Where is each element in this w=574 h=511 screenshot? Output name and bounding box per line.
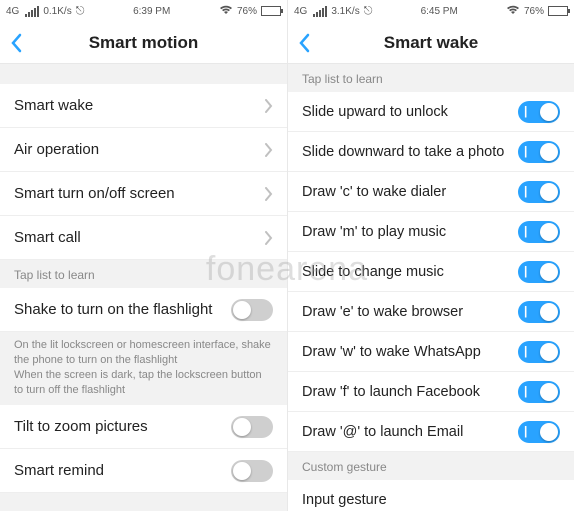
toggle-switch[interactable]: |: [518, 261, 560, 283]
toggle-switch[interactable]: |: [518, 141, 560, 163]
battery-icon: [548, 6, 568, 16]
row-label: Draw 'f' to launch Facebook: [302, 384, 518, 400]
screen-smart-wake: 4G 3.1K/s ⎋ 6:45 PM 76% Smart wake Tap l…: [287, 0, 574, 511]
toggle-row-draw-e-to-wake-browser[interactable]: Draw 'e' to wake browser|: [288, 292, 574, 332]
section-gap: [0, 493, 287, 511]
nav-row-smart-call[interactable]: Smart call: [0, 216, 287, 260]
toggle-row-draw-to-launch-email[interactable]: Draw '@' to launch Email|: [288, 412, 574, 452]
row-label: Smart call: [14, 229, 264, 246]
signal-icon: [313, 6, 327, 17]
back-button[interactable]: [10, 33, 22, 53]
toggle-switch[interactable]: |: [518, 341, 560, 363]
header: Smart motion: [0, 22, 287, 64]
toggle-switch[interactable]: |: [518, 101, 560, 123]
section-header-custom: Custom gesture: [288, 452, 574, 480]
battery-icon: [261, 6, 281, 16]
chevron-right-icon: [264, 143, 273, 157]
data-speed: 0.1K/s: [43, 6, 71, 17]
clock: 6:45 PM: [421, 6, 458, 17]
toggle-switch[interactable]: |: [518, 181, 560, 203]
toggle-switch[interactable]: [231, 299, 273, 321]
row-label: Slide upward to unlock: [302, 104, 518, 120]
chevron-right-icon: [264, 231, 273, 245]
back-button[interactable]: [298, 33, 310, 53]
chevron-right-icon: [264, 99, 273, 113]
section-header-tap-learn: Tap list to learn: [0, 260, 287, 288]
page-title: Smart motion: [89, 33, 199, 53]
toggle-row-draw-f-to-launch-facebook[interactable]: Draw 'f' to launch Facebook|: [288, 372, 574, 412]
usb-icon: ⎋: [76, 5, 85, 18]
toggle-switch[interactable]: |: [518, 421, 560, 443]
status-bar: 4G 3.1K/s ⎋ 6:45 PM 76%: [288, 0, 574, 22]
row-label: Draw 'c' to wake dialer: [302, 184, 518, 200]
header: Smart wake: [288, 22, 574, 64]
row-label: Draw 'm' to play music: [302, 224, 518, 240]
toggle-row-slide-upward-to-unlock[interactable]: Slide upward to unlock|: [288, 92, 574, 132]
input-gesture-row[interactable]: Input gesture: [288, 480, 574, 511]
nav-row-air-operation[interactable]: Air operation: [0, 128, 287, 172]
toggle-switch[interactable]: |: [518, 381, 560, 403]
toggle-row-tilt-to-zoom-pictures[interactable]: Tilt to zoom pictures: [0, 405, 287, 449]
toggle-row-slide-to-change-music[interactable]: Slide to change music|: [288, 252, 574, 292]
toggle-switch[interactable]: [231, 416, 273, 438]
toggle-switch[interactable]: |: [518, 301, 560, 323]
toggle-row-draw-m-to-play-music[interactable]: Draw 'm' to play music|: [288, 212, 574, 252]
network-label: 4G: [294, 6, 307, 17]
battery-percent: 76%: [237, 6, 257, 17]
row-label: Smart wake: [14, 97, 264, 114]
nav-row-smart-wake[interactable]: Smart wake: [0, 84, 287, 128]
usb-icon: ⎋: [364, 5, 373, 18]
row-label: Smart remind: [14, 462, 231, 479]
battery-percent: 76%: [524, 6, 544, 17]
row-label: Draw 'e' to wake browser: [302, 304, 518, 320]
toggle-switch[interactable]: [231, 460, 273, 482]
data-speed: 3.1K/s: [331, 6, 359, 17]
row-label: Shake to turn on the flashlight: [14, 301, 231, 318]
toggle-row-shake-to-turn-on-the-flashlight[interactable]: Shake to turn on the flashlight: [0, 288, 287, 332]
row-label: Draw 'w' to wake WhatsApp: [302, 344, 518, 360]
row-label: Slide to change music: [302, 264, 518, 280]
signal-icon: [25, 6, 39, 17]
row-label: Slide downward to take a photo: [302, 144, 518, 160]
row-label: Draw '@' to launch Email: [302, 424, 518, 440]
wifi-icon: [219, 5, 233, 18]
row-label: Input gesture: [302, 492, 560, 508]
toggle-row-draw-w-to-wake-whatsapp[interactable]: Draw 'w' to wake WhatsApp|: [288, 332, 574, 372]
page-title: Smart wake: [384, 33, 479, 53]
screen-smart-motion: 4G 0.1K/s ⎋ 6:39 PM 76% Smart motion Sma…: [0, 0, 287, 511]
toggle-row-draw-c-to-wake-dialer[interactable]: Draw 'c' to wake dialer|: [288, 172, 574, 212]
toggle-row-slide-downward-to-take-a-photo[interactable]: Slide downward to take a photo|: [288, 132, 574, 172]
toggle-switch[interactable]: |: [518, 221, 560, 243]
clock: 6:39 PM: [133, 6, 170, 17]
chevron-right-icon: [264, 187, 273, 201]
row-label: Tilt to zoom pictures: [14, 418, 231, 435]
section-gap: [0, 64, 287, 84]
section-header-tap-learn: Tap list to learn: [288, 64, 574, 92]
status-bar: 4G 0.1K/s ⎋ 6:39 PM 76%: [0, 0, 287, 22]
row-label: Air operation: [14, 141, 264, 158]
toggle-row-smart-remind[interactable]: Smart remind: [0, 449, 287, 493]
flashlight-desc: On the lit lockscreen or homescreen inte…: [0, 332, 287, 405]
network-label: 4G: [6, 6, 19, 17]
wifi-icon: [506, 5, 520, 18]
row-label: Smart turn on/off screen: [14, 185, 264, 202]
nav-row-smart-turn-on-off-screen[interactable]: Smart turn on/off screen: [0, 172, 287, 216]
